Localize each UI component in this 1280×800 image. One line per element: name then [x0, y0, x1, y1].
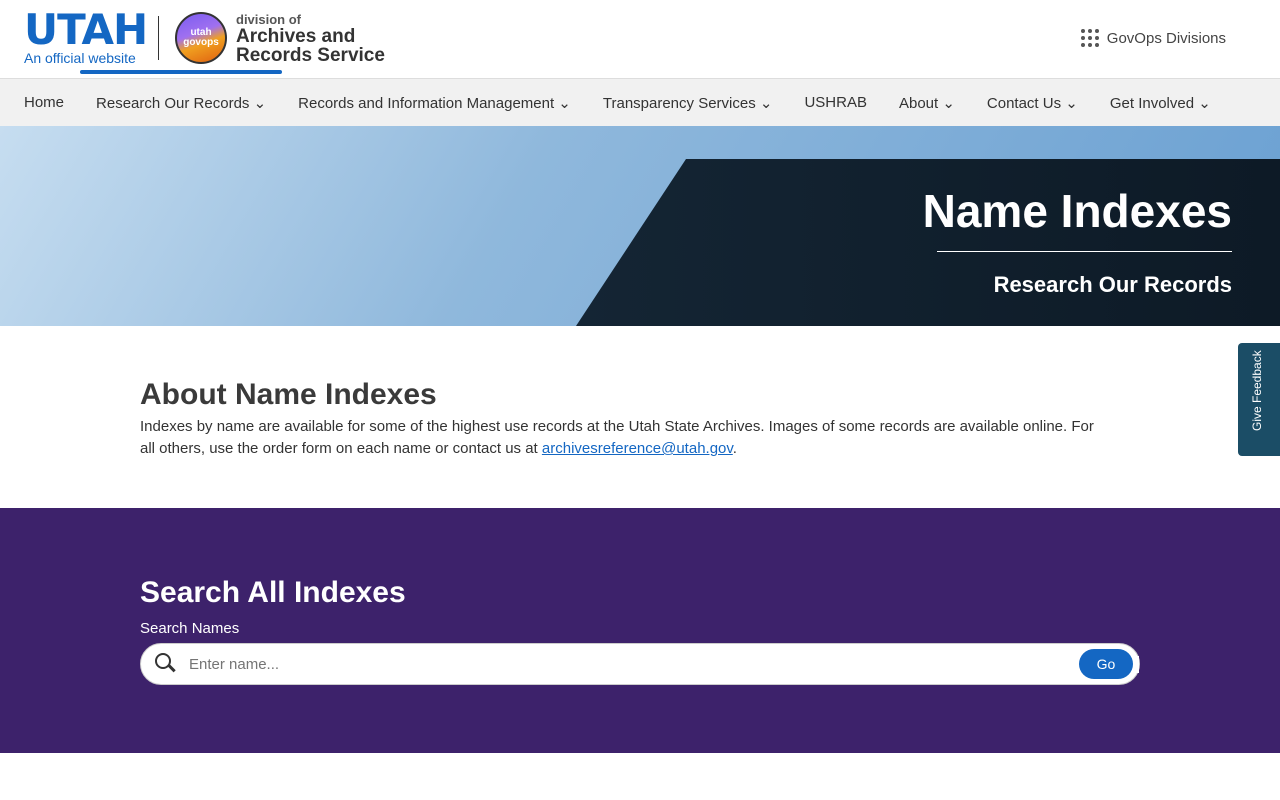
give-feedback-button[interactable]: Give Feedback [1238, 343, 1280, 456]
utah-wordmark: UTAH [24, 5, 148, 54]
search-box: Go [140, 643, 1140, 685]
nav-transparency-services[interactable]: Transparency Services ⌄ [603, 94, 773, 112]
page-title: Name Indexes [922, 185, 1232, 237]
about-section: About Name Indexes Indexes by name are a… [0, 326, 1280, 460]
page-subtitle: Research Our Records [993, 272, 1232, 297]
nav-records-management[interactable]: Records and Information Management ⌄ [298, 94, 571, 112]
official-website-label: An official website [24, 50, 136, 66]
nav-home[interactable]: Home [24, 94, 64, 111]
divider [158, 16, 159, 60]
search-input[interactable] [189, 655, 1139, 673]
govops-divisions-button[interactable]: GovOps Divisions [1080, 29, 1226, 47]
search-icon [155, 653, 177, 675]
title-divider [937, 251, 1232, 252]
division-name-line2: Records Service [236, 45, 385, 66]
hero-banner: Name Indexes Research Our Records [0, 126, 1280, 326]
about-end: . [732, 440, 737, 457]
division-name-line1: Archives and [236, 26, 356, 47]
site-header: UTAH An official website utah govops div… [0, 0, 1280, 78]
email-link[interactable]: archivesreference@utah.gov [542, 440, 733, 457]
nav-about[interactable]: About ⌄ [899, 94, 955, 112]
nav-research-our-records[interactable]: Research Our Records ⌄ [80, 69, 283, 112]
nav-get-involved[interactable]: Get Involved ⌄ [1110, 94, 1211, 112]
main-nav: Home Research Our Records ⌄ Records and … [0, 69, 1280, 126]
govops-logo: utah govops [175, 12, 227, 64]
about-text: Indexes by name are available for some o… [140, 416, 1110, 460]
division-of: division of [236, 12, 301, 27]
govops-label: GovOps Divisions [1106, 29, 1226, 47]
agency-name[interactable]: division of Archives and Records Service [236, 12, 385, 65]
feedback-label: Give Feedback [1250, 350, 1264, 431]
go-button[interactable]: Go [1079, 649, 1133, 679]
search-heading: Search All Indexes [140, 576, 406, 609]
nav-ushrab[interactable]: USHRAB [804, 94, 867, 111]
search-section: Search All Indexes Search Names Go [0, 508, 1280, 753]
nav-contact-us[interactable]: Contact Us ⌄ [987, 94, 1078, 112]
utah-logo[interactable]: UTAH An official website [24, 5, 148, 67]
search-label: Search Names [140, 620, 240, 637]
about-heading: About Name Indexes [140, 378, 437, 411]
grid-icon [1080, 29, 1099, 47]
